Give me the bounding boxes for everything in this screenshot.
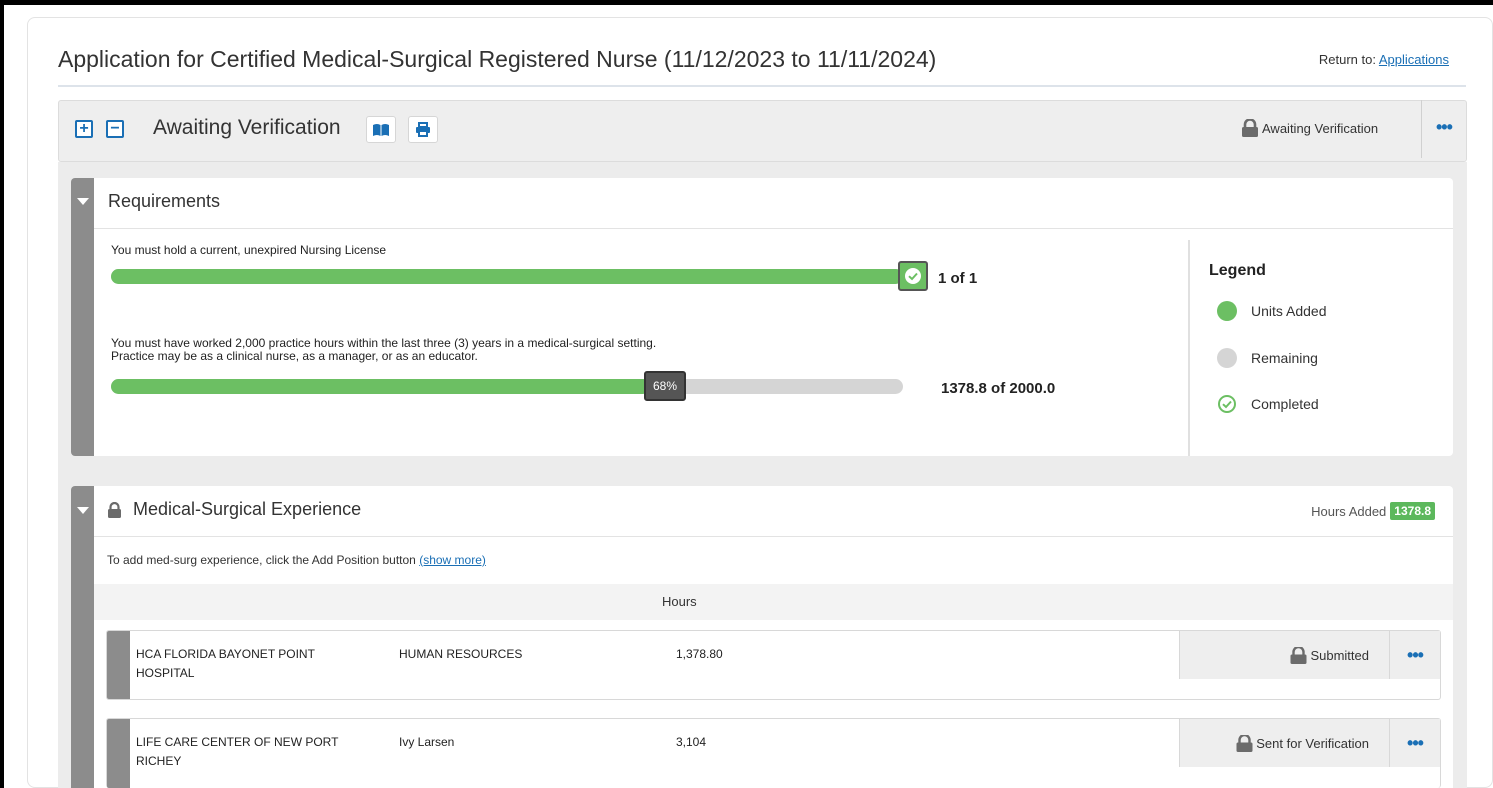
more-dots-icon: ••• [1407,732,1424,753]
row-status-text: Sent for Verification [1256,735,1369,751]
legend-item-completed: Completed [1217,394,1319,414]
requirement-2-percent-marker: 68% [644,371,686,401]
legend-divider [1188,240,1190,456]
requirement-1-count: 1 of 1 [938,270,978,287]
hours-added-badge: 1378.8 [1390,502,1435,520]
row-status: Sent for Verification [1179,719,1389,767]
requirements-section: Requirements You must hold a current, un… [71,178,1453,456]
legend-label: Units Added [1251,303,1327,319]
window-frame-left [0,0,4,788]
requirement-1-text: You must hold a current, unexpired Nursi… [111,243,387,257]
requirement-2-progress-bar: 68% [111,371,903,401]
employer-line2: RICHEY [136,754,182,768]
experience-title: Medical-Surgical Experience [133,499,362,519]
row-rail [107,631,130,699]
employer-line2: HOSPITAL [136,666,195,680]
caret-down-icon [77,198,89,205]
legend-label: Remaining [1251,350,1318,366]
more-dots-icon: ••• [1407,644,1424,665]
requirement-1-progress-fill [111,269,903,284]
row-more-button[interactable]: ••• [1389,631,1440,679]
lock-icon [1236,734,1253,752]
requirements-toggle-rail[interactable] [71,178,94,456]
lock-icon [108,502,121,518]
table-header: Hours [94,584,1453,620]
experience-section: Medical-Surgical Experience Hours Added … [71,486,1453,788]
legend-label: Completed [1251,396,1319,412]
hours-value: 1,378.80 [676,647,723,661]
requirement-2-progress-fill [111,379,650,394]
requirement-2-text-line2: Practice may be as a clinical nurse, as … [111,349,478,363]
row-status: Submitted [1179,631,1389,679]
hours-added-label: Hours Added [1311,503,1387,519]
row-rail [107,719,130,788]
row-more-button[interactable]: ••• [1389,719,1440,767]
status-text: Awaiting Verification [1262,120,1379,136]
table-row[interactable]: LIFE CARE CENTER OF NEW PORT RICHEY Ivy … [106,718,1441,788]
window-frame-top [0,0,1493,5]
requirement-1-progress-bar [111,261,928,291]
employer-line1: LIFE CARE CENTER OF NEW PORT [136,735,339,749]
employer-name: LIFE CARE CENTER OF NEW PORT RICHEY [136,733,338,771]
requirements-title: Requirements [108,191,221,211]
book-icon [373,123,389,136]
requirements-divider [94,228,1453,229]
hours-added: Hours Added 1378.8 [1311,502,1435,520]
green-dot-icon [1217,301,1237,321]
contact-name: Ivy Larsen [399,735,455,749]
status-indicator: Awaiting Verification [1240,119,1378,137]
status-bar-title: Awaiting Verification [153,116,341,139]
gray-dot-icon [1217,348,1237,368]
experience-divider [94,536,1453,537]
row-status-text: Submitted [1310,647,1369,663]
check-circle-icon [905,268,921,284]
column-header-hours: Hours [662,594,697,609]
experience-instruction: To add med-surg experience, click the Ad… [107,553,486,567]
show-more-link[interactable]: (show more) [419,553,486,567]
title-divider [58,85,1466,87]
expand-all-button[interactable]: + [75,120,93,138]
check-circle-outline-icon [1218,395,1236,413]
instruction-text: To add med-surg experience, click the Ad… [107,553,416,567]
book-button[interactable] [366,116,396,143]
employer-name: HCA FLORIDA BAYONET POINT HOSPITAL [136,645,315,683]
table-row[interactable]: HCA FLORIDA BAYONET POINT HOSPITAL HUMAN… [106,630,1441,700]
hours-value: 3,104 [676,735,707,749]
print-button[interactable] [408,116,438,143]
print-icon [416,122,430,137]
requirement-1-complete-marker [898,261,928,291]
lock-icon [1290,646,1307,664]
applications-link[interactable]: Applications [1379,52,1449,67]
legend-item-units-added: Units Added [1217,301,1327,321]
experience-toggle-rail[interactable] [71,486,94,788]
collapse-all-button[interactable]: − [106,120,124,138]
legend-title: Legend [1209,262,1266,279]
employer-line1: HCA FLORIDA BAYONET POINT [136,647,315,661]
more-actions-button[interactable]: ••• [1436,117,1453,138]
status-bar-divider [1421,100,1422,158]
return-prefix: Return to: [1318,52,1376,67]
lock-icon [1242,119,1258,137]
caret-down-icon [77,507,89,514]
legend-item-remaining: Remaining [1217,348,1318,368]
page-title: Application for Certified Medical-Surgic… [58,46,937,72]
requirement-2-count: 1378.8 of 2000.0 [941,380,1056,397]
return-to: Return to: Applications [1319,52,1449,67]
contact-name: HUMAN RESOURCES [399,647,523,661]
